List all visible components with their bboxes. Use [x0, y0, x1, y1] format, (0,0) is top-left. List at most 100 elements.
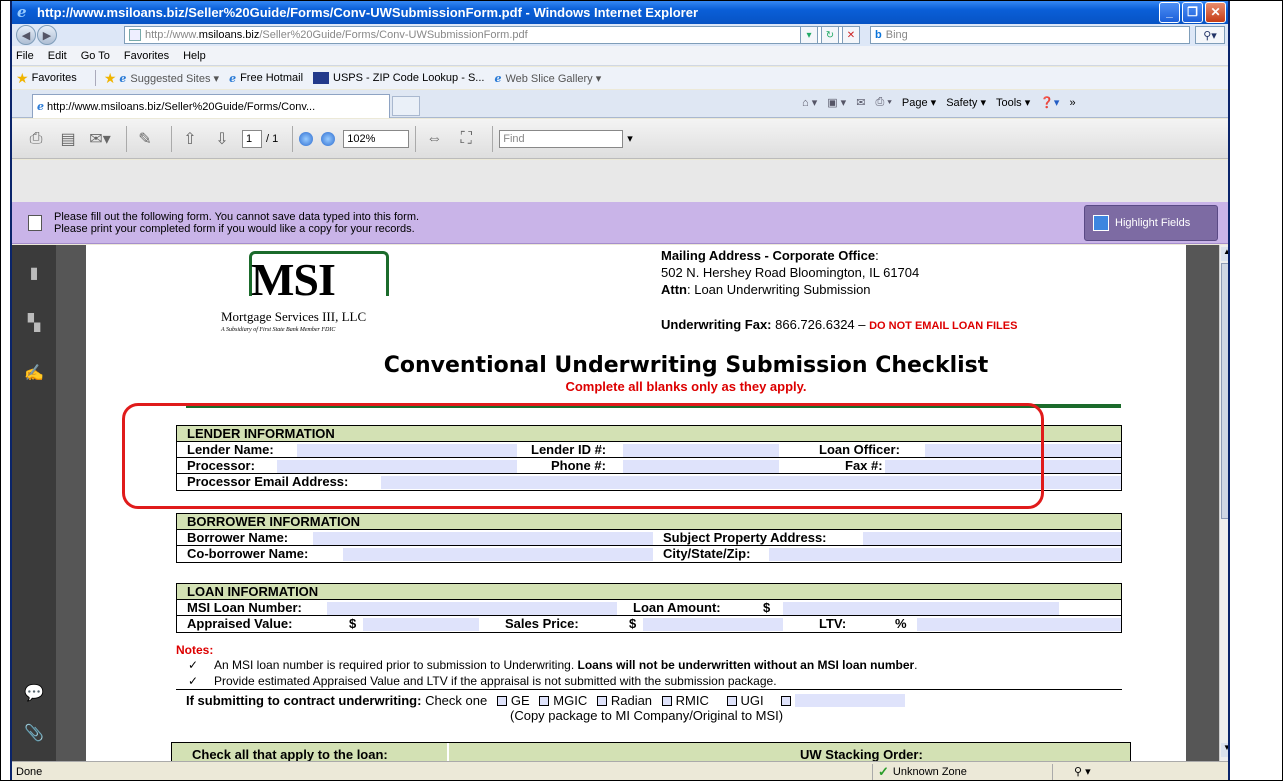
feeds-icon[interactable]: ▣ ▾ — [827, 96, 846, 109]
share-icon[interactable]: ✉▾ — [88, 128, 112, 150]
ge-checkbox[interactable] — [496, 696, 507, 706]
menu-edit[interactable]: Edit — [48, 50, 67, 62]
find-dropdown-icon[interactable]: ▾ — [627, 132, 633, 145]
print-icon[interactable]: ⎙ ▾ — [875, 96, 891, 109]
menu-help[interactable]: Help — [183, 50, 206, 62]
fit-page-icon[interactable]: ⛶ — [454, 128, 478, 150]
tab-current[interactable]: e http://www.msiloans.biz/Seller%20Guide… — [32, 94, 390, 118]
fit-width-icon[interactable]: ⇔ — [422, 128, 446, 150]
address-input[interactable]: http://www. msiloans.biz/Seller%20Guide/F… — [124, 26, 844, 44]
pages-icon[interactable]: ▮ — [24, 263, 44, 283]
zoom-status[interactable]: ⚲ ▾ — [1074, 765, 1091, 778]
favorites-button[interactable]: Favorites — [32, 72, 77, 84]
url-domain: msiloans.biz — [198, 29, 260, 41]
toolbar-divider — [126, 125, 127, 152]
sales-price-field[interactable] — [643, 618, 783, 631]
favorites-star-icon[interactable]: ★ — [16, 70, 29, 87]
fav-free-hotmail[interactable]: e Free Hotmail — [229, 72, 303, 85]
rmic-label: RMIC — [675, 693, 709, 708]
appraised-value-field[interactable] — [363, 618, 479, 631]
stacking-order-label: UW Stacking Order: — [800, 747, 923, 761]
page-number-input[interactable]: 1 — [242, 129, 262, 148]
attachments-binoculars-icon[interactable]: ▚ — [24, 313, 44, 333]
menu-goto[interactable]: Go To — [81, 50, 110, 62]
tools-menu[interactable]: Tools ▾ — [996, 96, 1030, 109]
property-address-field[interactable] — [863, 532, 1121, 545]
lender-id-field[interactable] — [623, 444, 779, 457]
new-tab-button[interactable] — [392, 96, 420, 116]
page-menu[interactable]: Page ▾ — [902, 96, 936, 109]
other-checkbox[interactable] — [781, 696, 792, 706]
menu-file[interactable]: File — [16, 50, 34, 62]
signatures-icon[interactable]: ✍ — [24, 363, 44, 383]
save-icon[interactable]: ▤ — [56, 128, 80, 150]
lender-name-field[interactable] — [297, 444, 517, 457]
back-button[interactable]: ◀ — [16, 25, 36, 45]
home-icon[interactable]: ⌂ ▾ — [802, 96, 817, 109]
minimize-button[interactable]: _ — [1159, 1, 1180, 23]
chevron-more-icon[interactable]: » — [1069, 97, 1075, 109]
processor-field[interactable] — [277, 460, 517, 473]
sales-price-label: Sales Price: — [505, 616, 579, 631]
paperclip-icon[interactable]: 📎 — [24, 723, 44, 743]
coborrower-name-field[interactable] — [343, 548, 653, 561]
security-zone[interactable]: ✓ Unknown Zone — [878, 764, 967, 780]
city-state-zip-field[interactable] — [769, 548, 1121, 561]
ie-page-icon: e — [37, 100, 44, 113]
page-down-icon[interactable]: ⇩ — [210, 128, 234, 150]
loan-amount-field[interactable] — [783, 602, 1059, 615]
zoom-in-icon[interactable] — [321, 131, 336, 146]
borrower-row-1: Borrower Name: Subject Property Address: — [177, 530, 1121, 546]
other-mi-field[interactable] — [795, 694, 906, 707]
fav-suggested-sites[interactable]: e Suggested Sites ▾ — [119, 72, 219, 85]
vertical-scrollbar[interactable]: ▲ ▼ — [1219, 245, 1228, 761]
dropdown-icon[interactable]: ▾ — [800, 26, 818, 44]
phone-field[interactable] — [623, 460, 779, 473]
maximize-button[interactable]: ❐ — [1182, 1, 1203, 23]
mail-icon[interactable]: ✉ — [856, 96, 865, 109]
scroll-down-icon[interactable]: ▼ — [1221, 743, 1228, 757]
sign-icon[interactable]: ✎ — [133, 128, 157, 150]
scroll-thumb[interactable] — [1221, 263, 1228, 519]
lender-name-label: Lender Name: — [187, 442, 274, 457]
stop-icon[interactable]: ✕ — [842, 26, 860, 44]
search-input[interactable]: b Bing — [870, 26, 1190, 44]
zoom-select[interactable]: 102% — [343, 129, 410, 148]
ugi-checkbox[interactable] — [726, 696, 737, 706]
close-button[interactable]: ✕ — [1205, 1, 1226, 23]
fax-field[interactable] — [885, 460, 1121, 473]
radian-checkbox[interactable] — [596, 696, 607, 706]
fav-web-slice[interactable]: e Web Slice Gallery ▾ — [494, 72, 601, 85]
highlight-fields-button[interactable]: Highlight Fields — [1084, 204, 1218, 241]
menu-favorites[interactable]: Favorites — [124, 50, 169, 62]
status-text: Done — [16, 765, 43, 778]
toolbar-divider — [292, 125, 294, 152]
borrower-row-2: Co-borrower Name: City/State/Zip: — [177, 546, 1121, 562]
fav-usps[interactable]: USPS - ZIP Code Lookup - S... — [313, 72, 484, 84]
forward-button[interactable]: ▶ — [37, 25, 57, 45]
refresh-icon[interactable]: ↻ — [821, 26, 839, 44]
safety-menu[interactable]: Safety ▾ — [946, 96, 986, 109]
comments-icon[interactable]: 💬 — [24, 683, 44, 703]
document-viewport: MSI Mortgage Services III, LLC A Subsidi… — [56, 245, 1219, 761]
sales-price-dollar: $ — [629, 616, 637, 631]
search-button[interactable]: ⚲▾ — [1195, 26, 1225, 44]
ie-page-icon: e — [119, 71, 127, 85]
lender-row-2: Processor: Phone #: Fax #: — [177, 458, 1121, 474]
loan-officer-field[interactable] — [925, 444, 1121, 457]
rmic-checkbox[interactable] — [661, 696, 672, 706]
processor-email-field[interactable] — [381, 476, 1121, 489]
help-icon[interactable]: ❓▾ — [1040, 96, 1059, 109]
print-icon[interactable]: ⎙ — [24, 128, 48, 150]
ltv-field[interactable] — [917, 618, 1121, 631]
mgic-checkbox[interactable] — [539, 696, 550, 706]
borrower-name-field[interactable] — [313, 532, 653, 545]
add-favorite-icon[interactable]: ★ — [104, 70, 117, 87]
zoom-out-icon[interactable] — [299, 131, 314, 146]
property-address-label: Subject Property Address: — [663, 530, 827, 545]
window-title: http://www.msiloans.biz/Seller%20Guide/F… — [37, 4, 699, 20]
scroll-up-icon[interactable]: ▲ — [1221, 247, 1228, 261]
page-up-icon[interactable]: ⇧ — [178, 128, 202, 150]
loan-number-field[interactable] — [327, 602, 617, 615]
find-input[interactable]: Find — [499, 129, 624, 148]
